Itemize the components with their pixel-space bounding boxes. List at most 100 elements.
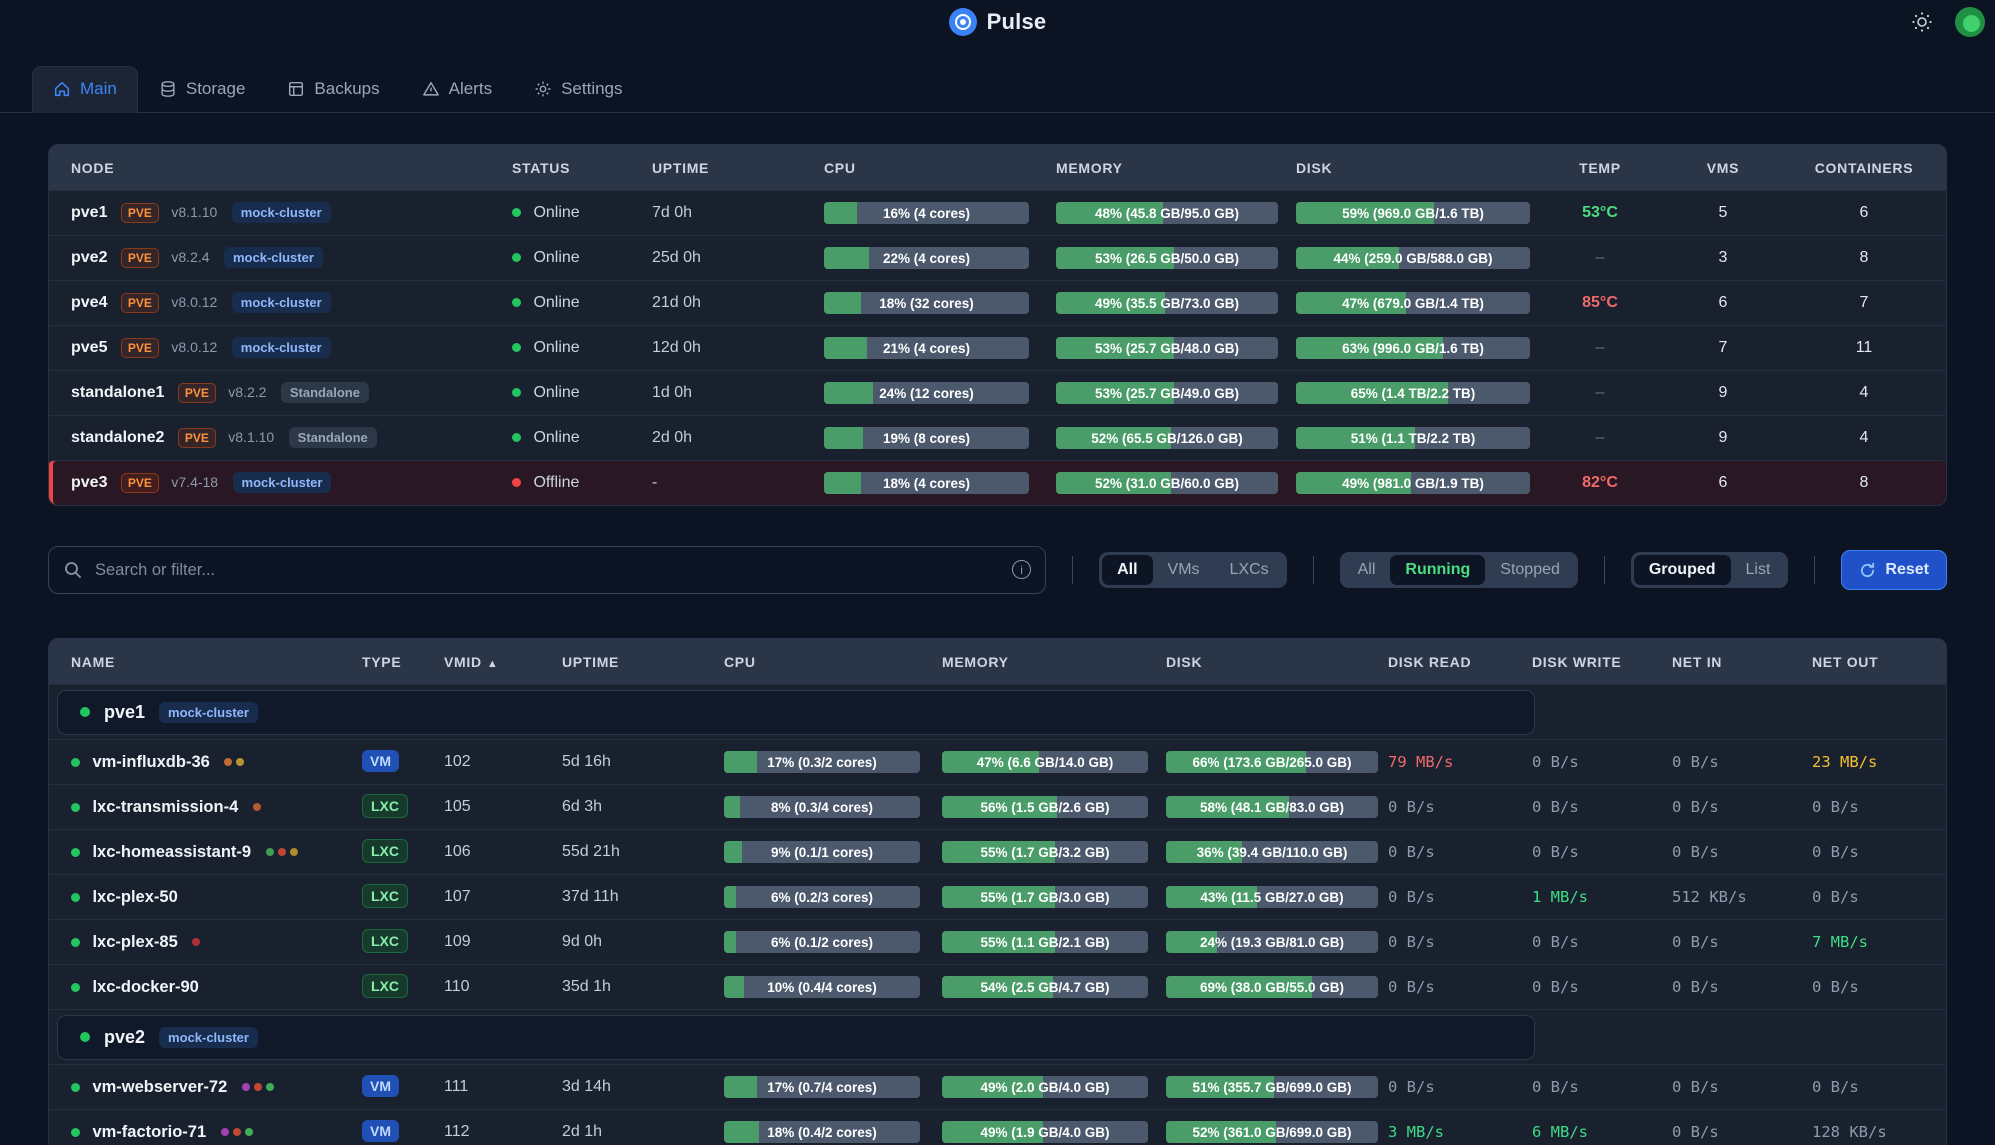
node-row[interactable]: pve1 PVE v8.1.10 mock-cluster Online 7d … <box>49 190 1946 235</box>
tab-alerts[interactable]: Alerts <box>401 66 513 112</box>
net-out-value: 128 KB/s <box>1812 1123 1887 1141</box>
cluster-badge: mock-cluster <box>233 472 332 493</box>
disk-bar: 24% (19.3 GB/81.0 GB) <box>1166 931 1378 953</box>
memory-bar: 49% (2.0 GB/4.0 GB) <box>942 1076 1148 1098</box>
guest-status-dot <box>71 1083 80 1092</box>
pve-badge: PVE <box>121 473 159 493</box>
state-filter: AllRunningStopped <box>1340 552 1578 588</box>
pve-badge: PVE <box>121 293 159 313</box>
segment-all[interactable]: All <box>1343 555 1391 585</box>
uptime-value: 7d 0h <box>652 204 692 221</box>
net-out-value: 0 B/s <box>1812 888 1859 906</box>
disk-bar: 49% (981.0 GB/1.9 TB) <box>1296 472 1530 494</box>
containers-count: 11 <box>1856 339 1873 356</box>
segment-lxcs[interactable]: LXCs <box>1215 555 1284 585</box>
col-net-in[interactable]: NET IN <box>1664 654 1804 670</box>
tab-storage[interactable]: Storage <box>138 66 267 112</box>
col-net-out[interactable]: NET OUT <box>1804 654 1946 670</box>
cpu-bar: 10% (0.4/4 cores) <box>724 976 920 998</box>
col-disk: DISK <box>1288 160 1536 176</box>
uptime-value: 2d 0h <box>652 429 692 446</box>
col-disk-read[interactable]: DISK READ <box>1380 654 1524 670</box>
cluster-badge: mock-cluster <box>224 247 323 268</box>
group-card: pve2 mock-cluster <box>57 1015 1535 1060</box>
search-input[interactable] <box>48 546 1046 594</box>
node-name: pve4 <box>71 294 107 311</box>
segment-stopped[interactable]: Stopped <box>1485 555 1575 585</box>
memory-bar: 56% (1.5 GB/2.6 GB) <box>942 796 1148 818</box>
node-row[interactable]: pve4 PVE v8.0.12 mock-cluster Online 21d… <box>49 280 1946 325</box>
node-name: pve1 <box>71 204 107 221</box>
col-vmid[interactable]: VMID▲ <box>436 654 554 670</box>
node-row[interactable]: pve5 PVE v8.0.12 mock-cluster Online 12d… <box>49 325 1946 370</box>
theme-toggle-sun-icon[interactable] <box>1911 11 1933 33</box>
segment-vms[interactable]: VMs <box>1153 555 1215 585</box>
disk-bar: 51% (355.7 GB/699.0 GB) <box>1166 1076 1378 1098</box>
reset-button[interactable]: Reset <box>1841 550 1947 590</box>
node-row[interactable]: standalone1 PVE v8.2.2 Standalone Online… <box>49 370 1946 415</box>
guest-row[interactable]: lxc-transmission-4 LXC 105 6d 3h 8% (0.3… <box>49 784 1946 829</box>
disk-bar: 47% (679.0 GB/1.4 TB) <box>1296 292 1530 314</box>
vms-count: 5 <box>1719 204 1728 221</box>
group-row[interactable]: pve2 mock-cluster <box>49 1009 1946 1064</box>
containers-count: 4 <box>1860 384 1869 401</box>
uptime-value: 2d 1h <box>562 1123 602 1140</box>
cpu-bar: 6% (0.1/2 cores) <box>724 931 920 953</box>
group-cluster-badge: mock-cluster <box>159 1027 258 1048</box>
col-name[interactable]: NAME <box>49 654 354 670</box>
alert-dot <box>266 1083 274 1091</box>
guest-name: lxc-plex-50 <box>92 888 177 906</box>
alert-dot <box>253 803 261 811</box>
alert-dots <box>242 1079 278 1096</box>
net-out-value: 0 B/s <box>1812 1078 1859 1096</box>
guest-row[interactable]: lxc-homeassistant-9 LXC 106 55d 21h 9% (… <box>49 829 1946 874</box>
alert-dot <box>233 1128 241 1136</box>
net-in-value: 0 B/s <box>1672 843 1719 861</box>
guest-row[interactable]: vm-webserver-72 VM 111 3d 14h 17% (0.7/4… <box>49 1064 1946 1109</box>
cpu-bar: 9% (0.1/1 cores) <box>724 841 920 863</box>
guest-name: lxc-homeassistant-9 <box>92 843 251 861</box>
vms-count: 6 <box>1719 474 1728 491</box>
net-in-value: 0 B/s <box>1672 978 1719 996</box>
memory-bar: 55% (1.1 GB/2.1 GB) <box>942 931 1148 953</box>
vmid-value: 102 <box>444 753 471 770</box>
segment-running[interactable]: Running <box>1390 555 1485 585</box>
guest-row[interactable]: lxc-plex-85 LXC 109 9d 0h 6% (0.1/2 core… <box>49 919 1946 964</box>
node-name: standalone1 <box>71 384 164 401</box>
alert-dot <box>278 848 286 856</box>
tab-settings[interactable]: Settings <box>513 66 643 112</box>
guest-row[interactable]: lxc-plex-50 LXC 107 37d 11h 6% (0.2/3 co… <box>49 874 1946 919</box>
col-disk-write[interactable]: DISK WRITE <box>1524 654 1664 670</box>
node-table: NODE STATUS UPTIME CPU MEMORY DISK TEMP … <box>48 144 1947 506</box>
col-containers: CONTAINERS <box>1782 160 1946 176</box>
col-uptime[interactable]: UPTIME <box>554 654 716 670</box>
segment-list[interactable]: List <box>1731 555 1786 585</box>
uptime-value: 21d 0h <box>652 294 701 311</box>
col-memory[interactable]: MEMORY <box>934 654 1158 670</box>
type-filter: AllVMsLXCs <box>1099 552 1287 588</box>
guest-status-dot <box>71 983 80 992</box>
pulse-logo-icon <box>949 8 977 36</box>
alert-dot <box>236 758 244 766</box>
tab-backups[interactable]: Backups <box>266 66 400 112</box>
info-icon[interactable]: i <box>1012 560 1031 579</box>
guest-row[interactable]: lxc-docker-90 LXC 110 35d 1h 10% (0.4/4 … <box>49 964 1946 1009</box>
guest-row[interactable]: vm-influxdb-36 VM 102 5d 16h 17% (0.3/2 … <box>49 739 1946 784</box>
memory-bar: 55% (1.7 GB/3.0 GB) <box>942 886 1148 908</box>
segment-all[interactable]: All <box>1102 555 1152 585</box>
segment-grouped[interactable]: Grouped <box>1634 555 1731 585</box>
net-out-value: 7 MB/s <box>1812 933 1868 951</box>
pve-badge: PVE <box>121 248 159 268</box>
group-row[interactable]: pve1 mock-cluster <box>49 684 1946 739</box>
col-disk[interactable]: DISK <box>1158 654 1380 670</box>
col-cpu[interactable]: CPU <box>716 654 934 670</box>
memory-bar: 52% (31.0 GB/60.0 GB) <box>1056 472 1278 494</box>
node-row[interactable]: pve2 PVE v8.2.4 mock-cluster Online 25d … <box>49 235 1946 280</box>
guest-status-dot <box>71 938 80 947</box>
node-row[interactable]: standalone2 PVE v8.1.10 Standalone Onlin… <box>49 415 1946 460</box>
user-status-avatar[interactable] <box>1955 7 1985 37</box>
node-row[interactable]: pve3 PVE v7.4-18 mock-cluster Offline - … <box>49 460 1946 505</box>
col-type[interactable]: TYPE <box>354 654 436 670</box>
tab-main[interactable]: Main <box>32 66 138 113</box>
guest-row[interactable]: vm-factorio-71 VM 112 2d 1h 18% (0.4/2 c… <box>49 1109 1946 1145</box>
